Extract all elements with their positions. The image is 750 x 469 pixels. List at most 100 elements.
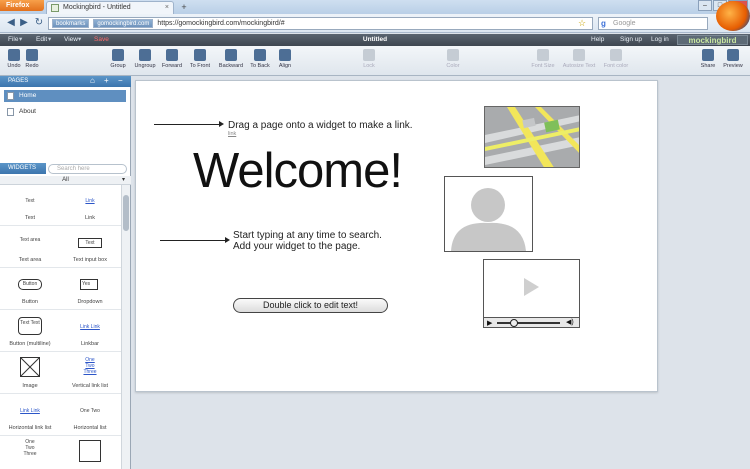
widget-scrollbar[interactable] <box>121 185 130 469</box>
menu-view[interactable]: View <box>64 34 78 46</box>
redo-button[interactable]: Redo <box>18 49 46 69</box>
scrollbar-thumb[interactable] <box>123 195 129 231</box>
browser-search-input[interactable]: g Google <box>598 17 708 30</box>
widget-dropdown[interactable]: Yes Dropdown <box>60 269 120 310</box>
widget-filter-value: All <box>62 177 69 183</box>
to-back-button[interactable]: To Back <box>246 49 274 69</box>
play-icon[interactable] <box>524 278 539 296</box>
widget-button[interactable]: Button Button <box>0 269 60 310</box>
widget-filter-dropdown[interactable]: All ▾ <box>0 176 131 185</box>
color-button[interactable]: Color <box>439 49 467 69</box>
avatar-widget[interactable] <box>444 176 533 252</box>
widget-label: Linkbar <box>80 341 100 347</box>
document-title[interactable]: Untitled <box>340 34 410 46</box>
save-button[interactable]: Save <box>94 34 109 46</box>
link-hint-text: Drag a page onto a widget to make a link… <box>228 120 413 131</box>
widget-button-multiline[interactable]: Text Text Button (multiline) <box>0 311 60 352</box>
bookmark-star-icon[interactable]: ☆ <box>577 17 587 30</box>
widget-text-area[interactable]: Text area Text area <box>0 227 60 268</box>
browser-nav-bar: ◀ ▶ ↻ bookmarks gomockingbird.com https:… <box>0 14 750 33</box>
menu-file[interactable]: File <box>8 34 18 46</box>
lock-pages-icon[interactable]: ⌂ <box>90 76 95 86</box>
search-hint-arrow <box>160 240 226 241</box>
widget-label: Button <box>22 299 38 305</box>
edit-chevron-icon: ▾ <box>48 36 52 43</box>
autosize-text-icon <box>573 49 585 61</box>
bookmarks-chip[interactable]: bookmarks <box>52 19 90 28</box>
widget-text[interactable]: Text Text <box>0 185 60 226</box>
log-in-link[interactable]: Log in <box>651 34 669 46</box>
widget-linkbar[interactable]: Link Link Linkbar <box>60 311 120 352</box>
ungroup-button[interactable]: Ungroup <box>131 49 159 69</box>
font-color-icon <box>610 49 622 61</box>
page-label: About <box>19 108 36 115</box>
video-scrubber[interactable] <box>510 319 518 327</box>
widgets-header[interactable]: WIDGETS <box>0 163 46 174</box>
group-button[interactable]: Group <box>104 49 132 69</box>
add-page-icon[interactable]: + <box>104 76 109 86</box>
pages-header[interactable]: PAGES ⌂ + − <box>0 76 131 87</box>
to-front-button[interactable]: To Front <box>186 49 214 69</box>
page-item-about[interactable]: About <box>4 106 126 118</box>
backward-layer-icon <box>225 49 237 61</box>
toolbar: Undo Redo Group Ungroup Forward To Front… <box>0 46 750 76</box>
ungroup-icon <box>139 49 151 61</box>
video-player-widget[interactable]: ▶ ◀) <box>483 259 580 328</box>
reload-icon[interactable]: ↻ <box>33 17 45 30</box>
google-icon: g <box>601 19 606 28</box>
firefox-menu-button[interactable]: Firefox <box>0 0 44 11</box>
tab-title: Mockingbird - Untitled <box>63 4 131 11</box>
forward-icon[interactable]: ▶ <box>18 17 30 30</box>
to-back-icon <box>254 49 266 61</box>
minimize-icon[interactable]: – <box>698 0 712 11</box>
lock-button[interactable]: Lock <box>355 49 383 69</box>
sign-up-link[interactable]: Sign up <box>620 34 642 46</box>
forward-button[interactable]: Forward <box>158 49 186 69</box>
edit-text-button[interactable]: Double click to edit text! <box>233 298 388 313</box>
widget-horizontal-list[interactable]: One Two Horizontal list <box>60 395 120 436</box>
widget-horizontal-link-list[interactable]: Link Link Horizontal link list <box>0 395 60 436</box>
page-item-home[interactable]: Home <box>4 90 126 102</box>
widget-preview: One Two <box>80 408 100 414</box>
back-icon[interactable]: ◀ <box>4 17 18 30</box>
widget-text-input-box[interactable]: Text Text input box <box>60 227 120 268</box>
widget-search-input[interactable]: Search here <box>48 164 127 174</box>
font-color-button[interactable]: Font color <box>602 49 630 69</box>
align-button[interactable]: Align <box>271 49 299 69</box>
new-tab-button[interactable]: + <box>178 2 190 13</box>
widget-preview: One Two Three <box>83 357 97 375</box>
menu-help[interactable]: Help <box>591 34 604 46</box>
video-progress-bar[interactable] <box>497 322 560 324</box>
widget-preview: One Two Three <box>23 439 37 457</box>
site-identity-chip[interactable]: gomockingbird.com <box>93 19 154 28</box>
menu-edit[interactable]: Edit <box>36 34 47 46</box>
link-hint-arrow <box>154 124 220 125</box>
preview-button[interactable]: Preview <box>719 49 747 69</box>
widget-vertical-list[interactable]: One Two Three <box>0 437 60 469</box>
url-bar[interactable]: bookmarks gomockingbird.com https://gomo… <box>48 17 593 30</box>
share-button[interactable]: Share <box>694 49 722 69</box>
map-widget[interactable] <box>484 106 580 168</box>
welcome-heading[interactable]: Welcome! <box>193 143 403 199</box>
widget-rectangle[interactable] <box>60 437 120 469</box>
close-tab-icon[interactable]: × <box>165 2 169 14</box>
backward-button[interactable]: Backward <box>217 49 245 69</box>
color-icon <box>447 49 459 61</box>
font-size-button[interactable]: Font Size <box>529 49 557 69</box>
view-chevron-icon: ▾ <box>78 36 82 43</box>
widget-link[interactable]: Link Link <box>60 185 120 226</box>
align-icon <box>279 49 291 61</box>
widget-vertical-link-list[interactable]: One Two Three Vertical link list <box>60 353 120 394</box>
widget-preview: Button <box>18 279 42 290</box>
remove-page-icon[interactable]: − <box>118 76 123 86</box>
volume-icon[interactable]: ◀) <box>566 318 574 326</box>
widget-label: Image <box>22 383 38 389</box>
play-button-icon[interactable]: ▶ <box>487 319 492 327</box>
firefox-logo-icon <box>716 1 750 31</box>
page-label: Home <box>19 92 37 99</box>
to-front-icon <box>194 49 206 61</box>
browser-tab[interactable]: Mockingbird - Untitled × <box>46 1 174 14</box>
chevron-down-icon: ▾ <box>121 177 125 183</box>
autosize-text-button[interactable]: Autosize Text <box>562 49 596 69</box>
widget-image[interactable]: Image <box>0 353 60 394</box>
